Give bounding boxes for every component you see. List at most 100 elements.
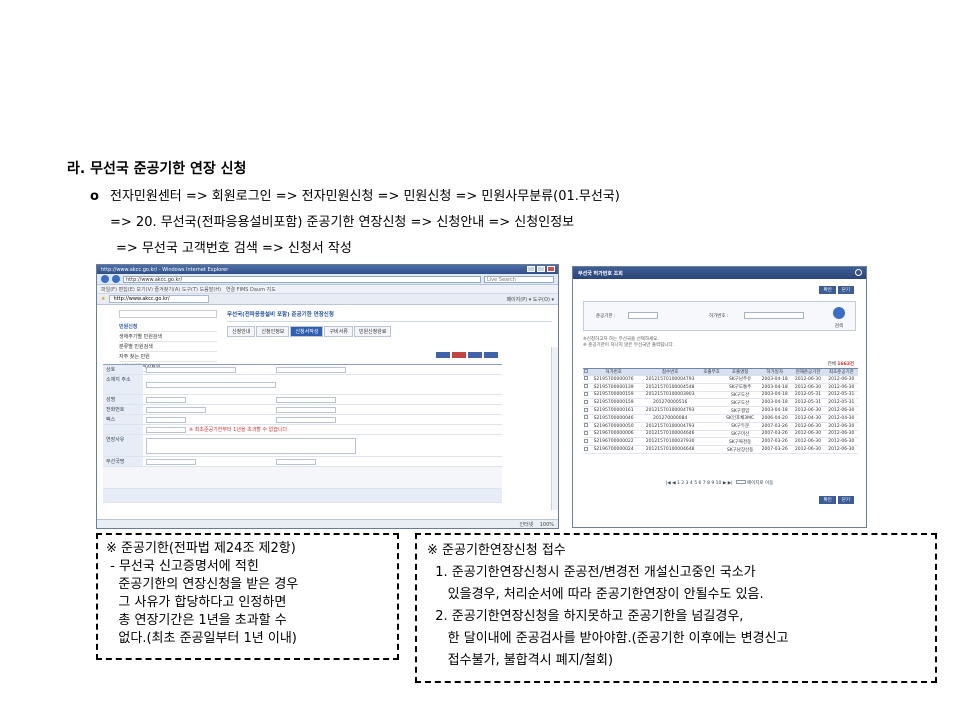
table-cell: 20121570100004793 bbox=[639, 422, 702, 431]
row-checkbox[interactable] bbox=[583, 384, 588, 389]
select-all-checkbox[interactable] bbox=[583, 369, 588, 374]
form-field[interactable] bbox=[146, 381, 276, 388]
form-select[interactable] bbox=[276, 458, 316, 465]
form-field[interactable] bbox=[146, 426, 186, 433]
table-cell: SK구도산 bbox=[722, 391, 759, 400]
tab-form[interactable]: 신청서작성 bbox=[290, 326, 324, 337]
form-field[interactable] bbox=[276, 416, 336, 423]
table-cell: S2196700000050 bbox=[588, 422, 640, 431]
reason-textarea[interactable] bbox=[146, 437, 356, 454]
popup-close-icon[interactable] bbox=[855, 269, 862, 276]
sidebar-item-faq[interactable]: 자주 찾는 민원 bbox=[119, 352, 217, 362]
close-button-bottom[interactable]: 닫기 bbox=[837, 496, 854, 504]
url-field[interactable]: http://www.akcc.go.kr/ bbox=[123, 275, 481, 283]
form-field[interactable] bbox=[276, 406, 336, 413]
row-checkbox[interactable] bbox=[583, 407, 588, 412]
back-icon[interactable] bbox=[101, 275, 109, 283]
table-row[interactable]: S2196700000050 20121570100004793 SK구두문 2007… bbox=[583, 422, 858, 431]
result-count-value: 1663건 bbox=[837, 362, 854, 367]
form-field[interactable] bbox=[276, 396, 336, 403]
row-checkbox-cell bbox=[583, 414, 589, 423]
table-cell: 20121570100037930 bbox=[639, 437, 702, 447]
window-controls bbox=[527, 266, 555, 272]
table-row[interactable]: S2195700000159 201270000516 SK구도산 2003-04-1… bbox=[583, 398, 858, 408]
note-line: 그 사유가 합당하다고 인정하면 bbox=[106, 595, 287, 610]
page-input[interactable] bbox=[735, 480, 746, 484]
table-row[interactable]: S2196700000006 20121570100004646 SK구미산 2007… bbox=[583, 430, 858, 439]
table-cell: 2003-04-18 bbox=[758, 406, 792, 415]
table-cell bbox=[701, 391, 723, 400]
table-cell: SK구결암 bbox=[722, 406, 759, 415]
note-line: ※ 준공기한(전파법 제24조 제2항) bbox=[106, 541, 296, 556]
maximize-icon[interactable] bbox=[537, 266, 545, 272]
pager-goto[interactable]: 페이지로 이동 bbox=[747, 481, 773, 486]
row-checkbox[interactable] bbox=[583, 438, 588, 443]
row-checkbox[interactable] bbox=[583, 391, 588, 396]
favorites-star-icon[interactable]: ★ bbox=[101, 296, 105, 302]
row-checkbox[interactable] bbox=[583, 415, 588, 420]
row-checkbox[interactable] bbox=[583, 430, 588, 435]
table-row[interactable]: S2195700000076 20121570100004793 SK구남주유 200… bbox=[583, 375, 858, 384]
form-button-4[interactable] bbox=[484, 352, 498, 358]
popup-title-bar: 무선국 허가번호 조회 bbox=[573, 267, 866, 279]
sidebar-item-apply[interactable]: 민원신청 bbox=[119, 322, 217, 332]
table-row[interactable]: S2196700000024 20121570100004648 SK구남장산동 20… bbox=[583, 445, 858, 454]
popup-screenshot: 무선국 허가번호 조회 확인 닫기 준공기한 : 허가번호 : 검색 ※신청하고… bbox=[572, 266, 867, 528]
browser-menu-text[interactable]: 파일(F) 편집(E) 보기(V) 즐겨찾기(A) 도구(T) 도움말(H) bbox=[101, 287, 221, 293]
table-cell: 2012-04-30 bbox=[824, 414, 858, 423]
row-checkbox[interactable] bbox=[583, 376, 588, 381]
table-row[interactable]: S2196700000022 20121570100037930 SK구복천동 200… bbox=[583, 437, 858, 447]
form-button-1[interactable] bbox=[436, 352, 450, 358]
table-row[interactable]: S2195700000161 20121570100004793 SK구결암 2003… bbox=[583, 406, 858, 415]
search-icon[interactable] bbox=[833, 307, 845, 319]
live-search-input[interactable]: Live Search bbox=[484, 275, 554, 283]
browser-links[interactable]: 연결 FIMS Daum 지도 bbox=[226, 287, 276, 293]
form-button-2[interactable] bbox=[452, 352, 466, 358]
confirm-button-bottom[interactable]: 확인 bbox=[819, 496, 836, 504]
tab-complete[interactable]: 민원신청완료 bbox=[353, 326, 392, 337]
sidebar-item-category[interactable]: 분류별 민원검색 bbox=[119, 342, 217, 352]
row-checkbox[interactable] bbox=[583, 399, 588, 404]
result-count-label: 전체 bbox=[827, 362, 836, 367]
sidebar-select[interactable] bbox=[119, 310, 217, 318]
form-label: 무선국명 bbox=[103, 457, 143, 466]
table-row[interactable]: S2195700000046 201270000084 SK인포채3MC 2006-0… bbox=[583, 414, 858, 423]
sidebar-item-lifecycle[interactable]: 생애주기별 민원검색 bbox=[119, 332, 217, 342]
form-field[interactable] bbox=[146, 406, 206, 413]
toolbar-right[interactable]: 페이지(P) ▾ 도구(O) ▾ bbox=[506, 296, 554, 303]
permit-input[interactable] bbox=[744, 312, 804, 319]
table-cell bbox=[701, 406, 723, 415]
browser-tab[interactable]: http://www.akcc.go.kr/ bbox=[109, 295, 210, 303]
form-field[interactable] bbox=[146, 396, 186, 403]
row-checkbox-cell bbox=[583, 398, 589, 408]
popup-search-panel: 준공기한 : 허가번호 : 검색 bbox=[583, 301, 856, 331]
table-cell: 20121570100004648 bbox=[639, 445, 702, 454]
zoom-level[interactable]: 100% bbox=[540, 522, 554, 528]
station-name-field[interactable] bbox=[146, 458, 196, 465]
note-deadline-law: ※ 준공기한(전파법 제24조 제2항) - 무선국 신고증명서에 적힌 준공기… bbox=[96, 533, 399, 660]
close-icon[interactable] bbox=[547, 266, 555, 272]
close-button[interactable]: 닫기 bbox=[837, 286, 854, 294]
form-row: 전화번호 bbox=[103, 405, 502, 415]
form-field[interactable] bbox=[146, 416, 186, 423]
table-row[interactable]: S2195700000159 20121570100003903 SK구도산 2003… bbox=[583, 391, 858, 400]
form-button-3[interactable] bbox=[468, 352, 482, 358]
form-field[interactable] bbox=[146, 366, 236, 373]
table-cell: 2012-05-31 bbox=[824, 391, 858, 400]
confirm-button[interactable]: 확인 bbox=[819, 286, 836, 294]
deadline-input[interactable] bbox=[628, 312, 658, 319]
note-line: 한 달이내에 준공검사를 받아야함.(준공기한 이후에는 변경신고 bbox=[427, 631, 789, 646]
tab-documents[interactable]: 구비서류 bbox=[324, 326, 353, 337]
row-checkbox[interactable] bbox=[583, 423, 588, 428]
minimize-icon[interactable] bbox=[527, 266, 535, 272]
form-field[interactable] bbox=[276, 366, 346, 373]
table-row[interactable]: S2195700000139 20121570100004548 SK구도통주 200… bbox=[583, 383, 858, 392]
page-scrollbar[interactable] bbox=[551, 347, 558, 510]
tab-applicant[interactable]: 신청인정보 bbox=[256, 326, 290, 337]
tab-guide[interactable]: 신청안내 bbox=[227, 326, 256, 337]
pager-links[interactable]: |◀ ◀ 1 2 3 4 5 6 7 8 9 10 ▶ ▶| bbox=[666, 481, 733, 486]
row-checkbox[interactable] bbox=[583, 446, 588, 451]
note-line: 1. 준공기한연장신청시 준공전/변경전 개설신고중인 국소가 bbox=[427, 565, 756, 580]
table-cell: S2195700000159 bbox=[588, 391, 640, 400]
forward-icon[interactable] bbox=[112, 275, 120, 283]
